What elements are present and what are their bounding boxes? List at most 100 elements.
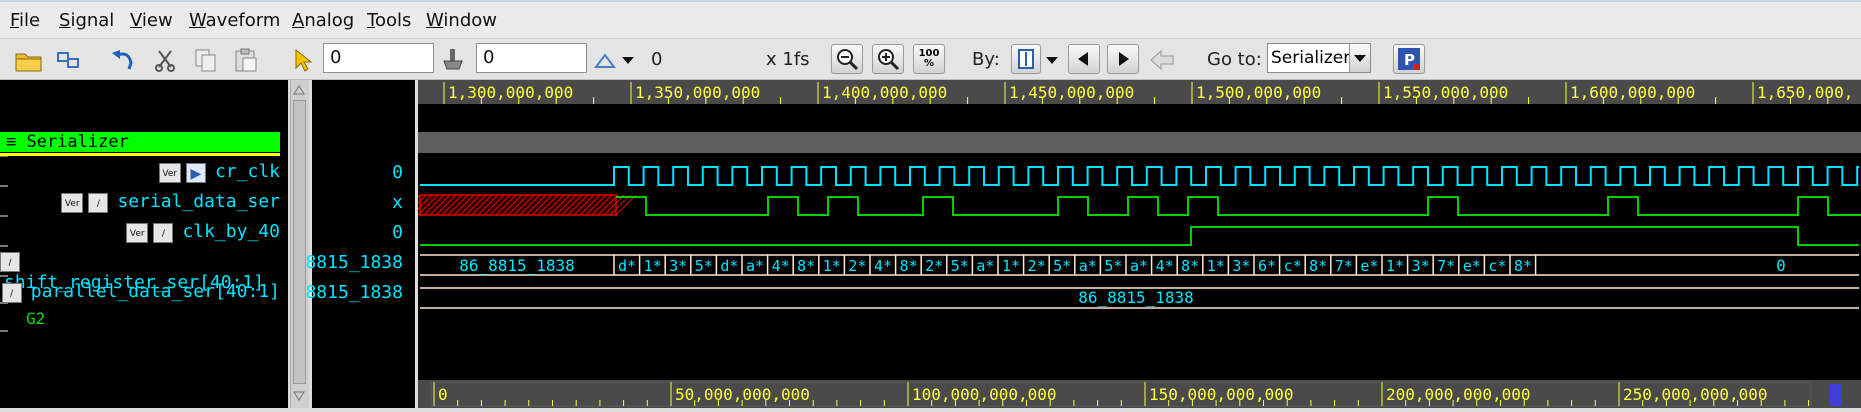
paste-icon[interactable]	[231, 45, 261, 75]
serial-data-trace	[616, 196, 1861, 216]
ruler-label: 1,500,000,000	[1196, 83, 1321, 102]
palette-icon[interactable]: P	[1393, 44, 1425, 74]
edge-dropdown-icon[interactable]	[1042, 45, 1062, 75]
marker-icon[interactable]	[438, 45, 468, 75]
row-tick	[0, 215, 8, 217]
copy-icon[interactable]	[191, 45, 221, 75]
overview-label: 200,000,000,000	[1386, 385, 1531, 404]
cut-icon[interactable]	[151, 45, 181, 75]
signal-row[interactable]: Ver ∕ clk_by_40	[126, 221, 280, 243]
shift-bus-segment: 7*	[1437, 257, 1455, 275]
shift-bus-segment: a*	[976, 257, 994, 275]
shift-bus-segment: d*	[720, 257, 738, 275]
back-icon[interactable]	[1147, 45, 1177, 75]
ruler-label: 1,350,000,000	[635, 83, 760, 102]
time-scale-label: x 1fs	[766, 49, 810, 70]
by-label: By:	[972, 49, 1000, 70]
edge-select-icon[interactable]	[1011, 44, 1041, 74]
shift-bus-segment: 5*	[1104, 257, 1122, 275]
signal-name: parallel_data_ser[40:1]	[30, 281, 280, 302]
shift-bus-segment: 8*	[900, 257, 918, 275]
overview-label: 250,000,000,000	[1623, 385, 1768, 404]
ruler-label: 1,600,000,000	[1570, 83, 1695, 102]
verilog-icon: Ver	[158, 162, 181, 183]
wire-icon: ∕	[0, 251, 20, 272]
shift-bus-segment: 2*	[925, 257, 943, 275]
shift-bus-segment: 3*	[669, 257, 687, 275]
undo-icon[interactable]	[109, 45, 139, 75]
group-row-serializer[interactable]: ≡ Serializer	[0, 132, 280, 152]
signal-value: x	[392, 192, 403, 213]
zoom-full-icon[interactable]: 100 %	[913, 44, 945, 74]
ruler-label: 1,300,000,000	[448, 83, 573, 102]
menu-signal-mnemonic: S	[59, 10, 71, 31]
scroll-down-icon[interactable]	[291, 388, 308, 404]
group-name: ≡ Serializer	[6, 132, 129, 152]
cursor-icon[interactable]	[288, 45, 318, 75]
scroll-thumb[interactable]	[293, 100, 306, 384]
menu-file-mnemonic: F	[10, 10, 20, 31]
goto-select[interactable]: Serializer	[1267, 43, 1371, 73]
signal-value: 8815_1838	[305, 252, 403, 273]
goto-label: Go to:	[1207, 49, 1262, 70]
group-underline	[0, 153, 280, 156]
shift-bus-segment: 8*	[1514, 257, 1532, 275]
signal-row[interactable]: ∕ parallel_data_ser[40:1]	[1, 281, 280, 303]
shift-bus-segment: 1*	[1207, 257, 1225, 275]
shift-bus-segment: 4*	[1156, 257, 1174, 275]
menu-window-mnemonic: W	[426, 10, 444, 31]
shift-bus-segment: 6*	[1258, 257, 1276, 275]
scroll-up-icon[interactable]	[291, 82, 308, 98]
menu-tools[interactable]: Tools	[367, 10, 411, 31]
delta-field[interactable]: 0	[476, 43, 587, 73]
menu-waveform[interactable]: Waveform	[189, 10, 280, 31]
menu-bar: File Signal View Waveform Analog Tools W…	[0, 0, 1861, 38]
shift-bus-segment: 5*	[1053, 257, 1071, 275]
zoom-out-icon[interactable]	[831, 44, 863, 74]
shift-bus-segment: d*	[618, 257, 636, 275]
shift-bus-value: 86_8815_1838	[459, 256, 575, 275]
vertical-scrollbar[interactable]	[290, 80, 309, 408]
signal-value: 8815_1838	[305, 282, 403, 303]
row-tick	[0, 330, 8, 332]
menu-waveform-mnemonic: W	[189, 10, 206, 31]
time-field[interactable]: 0	[323, 43, 434, 73]
shift-bus-segment: e*	[1360, 257, 1378, 275]
menu-analog[interactable]: Analog	[292, 10, 354, 31]
signal-name: clk_by_40	[182, 221, 280, 242]
prev-edge-icon[interactable]	[1068, 44, 1100, 74]
overview-label: 0	[438, 385, 448, 404]
signal-row[interactable]: Ver ▶ cr_clk	[158, 161, 280, 183]
menu-view[interactable]: View	[130, 10, 173, 31]
shift-bus-value: 0	[1776, 256, 1786, 275]
delta-dropdown-icon[interactable]	[618, 45, 638, 75]
open-folder-icon[interactable]	[14, 45, 44, 75]
shift-bus-segment: a*	[746, 257, 764, 275]
menu-analog-mnemonic: A	[292, 10, 305, 31]
chevron-down-icon	[1349, 44, 1370, 72]
zoom-in-icon[interactable]	[872, 44, 904, 74]
group-name-g2[interactable]: G2	[26, 309, 45, 328]
menu-file[interactable]: File	[10, 10, 40, 31]
shift-bus-segment: 2*	[1028, 257, 1046, 275]
signal-name: serial_data_ser	[117, 191, 280, 212]
clk-by-40-trace	[420, 226, 1859, 246]
signal-row[interactable]: Ver ∕ serial_data_ser	[61, 191, 280, 213]
next-edge-icon[interactable]	[1107, 44, 1139, 74]
shift-bus-segment: 5*	[695, 257, 713, 275]
menu-signal[interactable]: Signal	[59, 10, 114, 31]
menu-tools-rest: ools	[374, 10, 412, 31]
waveform-pane[interactable]: 1,300,000,000 1,350,000,000 1,400,000,000 1…	[399, 80, 1861, 408]
wire-icon: ∕	[88, 192, 109, 213]
signal-value: 0	[392, 162, 403, 183]
overview-label: 100,000,000,000	[912, 385, 1057, 404]
menu-window[interactable]: Window	[426, 10, 497, 31]
reload-icon[interactable]	[54, 45, 84, 75]
wire-icon: ∕	[1, 282, 22, 303]
shift-bus-segment: 3*	[1232, 257, 1250, 275]
waveform-canvas[interactable]: 1,300,000,000 1,350,000,000 1,400,000,000 1…	[399, 80, 1861, 408]
shift-bus-segment: 8*	[1309, 257, 1327, 275]
ruler-label: 1,650,000,	[1757, 83, 1853, 102]
overview-label: 150,000,000,000	[1149, 385, 1294, 404]
signal-value-pane: 0 x 0 8815_1838 8815_1838	[305, 80, 415, 408]
